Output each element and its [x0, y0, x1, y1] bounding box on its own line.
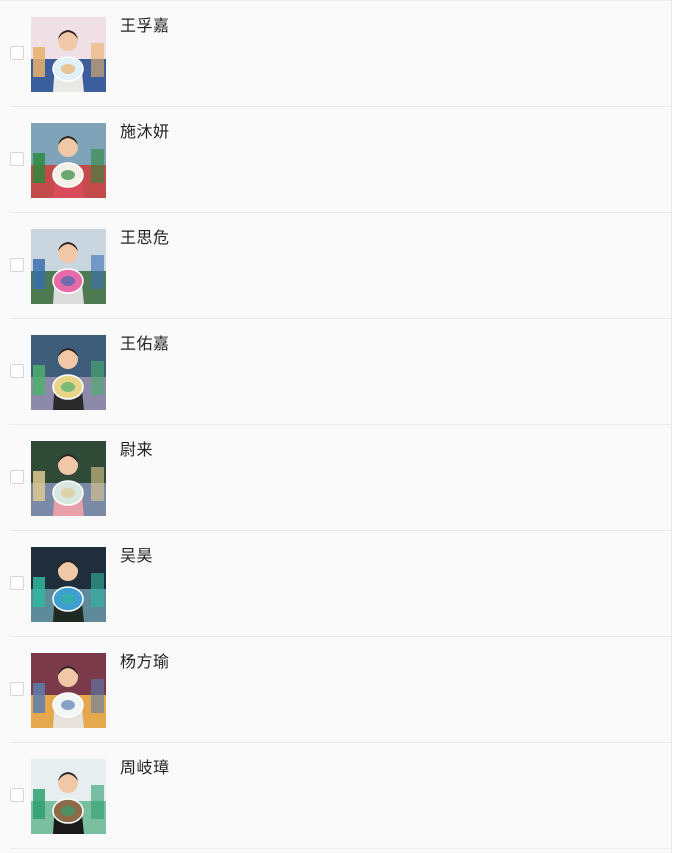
list-item[interactable]: 王孚嘉 — [0, 1, 671, 107]
participant-name: 施沐妍 — [120, 122, 170, 141]
participant-photo[interactable] — [31, 229, 106, 304]
participant-photo[interactable] — [31, 335, 106, 410]
participant-name: 王孚嘉 — [120, 16, 170, 35]
participant-photo[interactable] — [31, 547, 106, 622]
list-item[interactable]: 杨方瑜 — [0, 637, 671, 743]
select-checkbox[interactable] — [10, 470, 24, 484]
photo-thumbnail — [31, 123, 106, 198]
photo-thumbnail — [31, 441, 106, 516]
select-checkbox[interactable] — [10, 682, 24, 696]
photo-thumbnail — [31, 17, 106, 92]
participant-name: 王思危 — [120, 228, 170, 247]
select-checkbox[interactable] — [10, 258, 24, 272]
participant-photo[interactable] — [31, 123, 106, 198]
select-checkbox[interactable] — [10, 364, 24, 378]
select-checkbox[interactable] — [10, 152, 24, 166]
participant-name: 吴昊 — [120, 546, 154, 565]
participant-name: 杨方瑜 — [120, 652, 170, 671]
participant-name: 王佑嘉 — [120, 334, 170, 353]
list-item[interactable]: 周岐璋 — [0, 743, 671, 849]
list-item[interactable]: 王佑嘉 — [0, 319, 671, 425]
select-checkbox[interactable] — [10, 576, 24, 590]
photo-thumbnail — [31, 335, 106, 410]
photo-thumbnail — [31, 759, 106, 834]
photo-thumbnail — [31, 229, 106, 304]
participant-name: 周岐璋 — [120, 758, 170, 777]
participant-name: 尉来 — [120, 440, 154, 459]
participant-list: 王孚嘉 施沐妍 王思危 王佑嘉 尉来 吴昊 杨方瑜 周岐璋 — [0, 0, 672, 853]
participant-photo[interactable] — [31, 759, 106, 834]
participant-photo[interactable] — [31, 17, 106, 92]
participant-photo[interactable] — [31, 653, 106, 728]
list-item[interactable]: 施沐妍 — [0, 107, 671, 213]
list-item[interactable]: 王思危 — [0, 213, 671, 319]
select-checkbox[interactable] — [10, 46, 24, 60]
list-item[interactable]: 吴昊 — [0, 531, 671, 637]
select-checkbox[interactable] — [10, 788, 24, 802]
participant-photo[interactable] — [31, 441, 106, 516]
photo-thumbnail — [31, 547, 106, 622]
photo-thumbnail — [31, 653, 106, 728]
list-item[interactable]: 尉来 — [0, 425, 671, 531]
